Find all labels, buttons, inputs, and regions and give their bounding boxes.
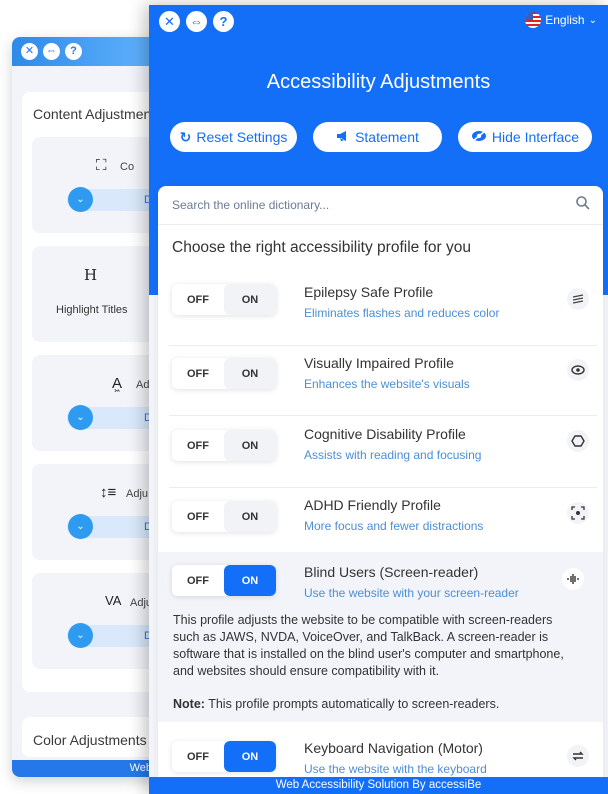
profile-name: Epilepsy Safe Profile bbox=[304, 284, 434, 300]
profile-name: Cognitive Disability Profile bbox=[304, 426, 466, 442]
hide-interface-button[interactable]: Hide Interface bbox=[458, 122, 592, 152]
tile-content-scaling[interactable]: ⛶ Co ⌄ D bbox=[32, 137, 160, 233]
content-adjustments-title: Content Adjustments bbox=[33, 106, 160, 122]
profile-note: Note: This profile prompts automatically… bbox=[173, 697, 500, 711]
accessibility-panel: ✕ ⇔ ? English ⌄ Accessibility Adjustment… bbox=[149, 5, 608, 794]
close-icon[interactable]: ✕ bbox=[159, 11, 180, 32]
chevron-down-icon[interactable]: ⌄ bbox=[68, 514, 93, 539]
profile-details: This profile adjusts the website to be c… bbox=[173, 613, 564, 678]
profile-epilepsy-safe: OFF ON Epilepsy Safe Profile Eliminates … bbox=[169, 276, 597, 346]
profile-visually-impaired: OFF ON Visually Impaired Profile Enhance… bbox=[169, 346, 597, 416]
profile-toggle[interactable]: OFF ON bbox=[172, 284, 276, 315]
line-height-icon: ↕≡ bbox=[100, 484, 117, 501]
profile-adhd-friendly: OFF ON ADHD Friendly Profile More focus … bbox=[169, 488, 597, 558]
focus-icon bbox=[567, 502, 589, 524]
profile-toggle[interactable]: OFF ON bbox=[172, 565, 276, 596]
fullscreen-icon: ⛶ bbox=[96, 157, 107, 174]
lightning-off-icon bbox=[567, 288, 589, 310]
search-input[interactable] bbox=[172, 194, 562, 216]
move-icon[interactable]: ⇔ bbox=[43, 43, 60, 60]
background-panel: ✕ ⇔ ? Content Adjustments ⛶ Co ⌄ D H Hig… bbox=[12, 37, 160, 777]
tile-font-sizing[interactable]: A͖ Adju ⌄ D bbox=[32, 355, 160, 451]
chevron-down-icon: ⌄ bbox=[588, 14, 597, 26]
profile-description: Use the website with your screen-reader bbox=[304, 586, 519, 600]
profile-description: Eliminates flashes and reduces color bbox=[304, 306, 500, 320]
header-actions: ↻ Reset Settings Statement Hide Interfac… bbox=[170, 122, 592, 152]
megaphone-icon bbox=[336, 129, 350, 145]
profile-toggle[interactable]: OFF ON bbox=[172, 430, 276, 461]
profile-name: Visually Impaired Profile bbox=[304, 355, 454, 371]
profile-description: More focus and fewer distractions bbox=[304, 519, 484, 533]
profile-description: Use the website with the keyboard bbox=[304, 762, 487, 776]
heading-icon: H bbox=[84, 266, 98, 284]
window-controls: ✕ ⇔ ? bbox=[159, 11, 234, 32]
profile-blind-users: OFF ON Blind Users (Screen-reader) Use t… bbox=[158, 552, 603, 722]
profile-name: ADHD Friendly Profile bbox=[304, 497, 441, 513]
audio-wave-icon bbox=[562, 568, 584, 590]
arrows-icon bbox=[567, 745, 589, 767]
tile-label: Highlight Titles bbox=[56, 304, 128, 316]
tile-highlight-titles[interactable]: H Highlight Titles bbox=[32, 246, 160, 342]
profiles-heading: Choose the right accessibility profile f… bbox=[172, 239, 471, 256]
profile-toggle[interactable]: OFF ON bbox=[172, 741, 276, 772]
profile-name: Keyboard Navigation (Motor) bbox=[304, 740, 483, 756]
move-icon[interactable]: ⇔ bbox=[186, 11, 207, 32]
panel-title: Accessibility Adjustments bbox=[266, 71, 491, 93]
statement-button[interactable]: Statement bbox=[313, 122, 442, 152]
help-icon[interactable]: ? bbox=[65, 43, 82, 60]
chevron-down-icon[interactable]: ⌄ bbox=[68, 405, 93, 430]
profile-toggle[interactable]: OFF ON bbox=[172, 358, 276, 389]
language-selector[interactable]: English ⌄ bbox=[525, 12, 597, 28]
panel-footer[interactable]: Web Accessibility Solution By accessiBe bbox=[149, 777, 608, 794]
dictionary-search bbox=[158, 186, 603, 225]
profile-toggle[interactable]: OFF ON bbox=[172, 501, 276, 532]
tile-letter-spacing[interactable]: VA Adjus ⌄ D bbox=[32, 573, 160, 669]
profile-description: Assists with reading and focusing bbox=[304, 448, 482, 462]
profiles-card: Choose the right accessibility profile f… bbox=[158, 186, 603, 794]
content-adjustments-card: Content Adjustments ⛶ Co ⌄ D H Highlight… bbox=[22, 92, 160, 692]
color-adjustments-card: Color Adjustments bbox=[22, 717, 160, 757]
back-panel-topbar: ✕ ⇔ ? bbox=[12, 37, 160, 66]
eye-slash-icon bbox=[471, 129, 487, 145]
chevron-down-icon[interactable]: ⌄ bbox=[68, 623, 93, 648]
profile-description: Enhances the website's visuals bbox=[304, 377, 470, 391]
us-flag-icon bbox=[525, 12, 542, 28]
language-label: English bbox=[545, 13, 585, 27]
profile-cognitive-disability: OFF ON Cognitive Disability Profile Assi… bbox=[169, 416, 597, 488]
eye-icon bbox=[567, 359, 589, 381]
close-icon[interactable]: ✕ bbox=[21, 43, 38, 60]
chevron-down-icon[interactable]: ⌄ bbox=[68, 187, 93, 212]
back-panel-footer: Web bbox=[12, 760, 160, 777]
letter-spacing-icon: VA bbox=[105, 593, 122, 608]
profile-name: Blind Users (Screen-reader) bbox=[304, 564, 479, 580]
color-adjustments-title: Color Adjustments bbox=[33, 732, 147, 748]
search-icon[interactable] bbox=[575, 195, 591, 211]
brain-icon bbox=[567, 430, 589, 452]
help-icon[interactable]: ? bbox=[213, 11, 234, 32]
tile-line-height[interactable]: ↕≡ Adju ⌄ D bbox=[32, 464, 160, 560]
reset-settings-button[interactable]: ↻ Reset Settings bbox=[170, 122, 297, 152]
refresh-icon: ↻ bbox=[179, 128, 192, 145]
font-size-icon: A͖ bbox=[112, 375, 123, 392]
